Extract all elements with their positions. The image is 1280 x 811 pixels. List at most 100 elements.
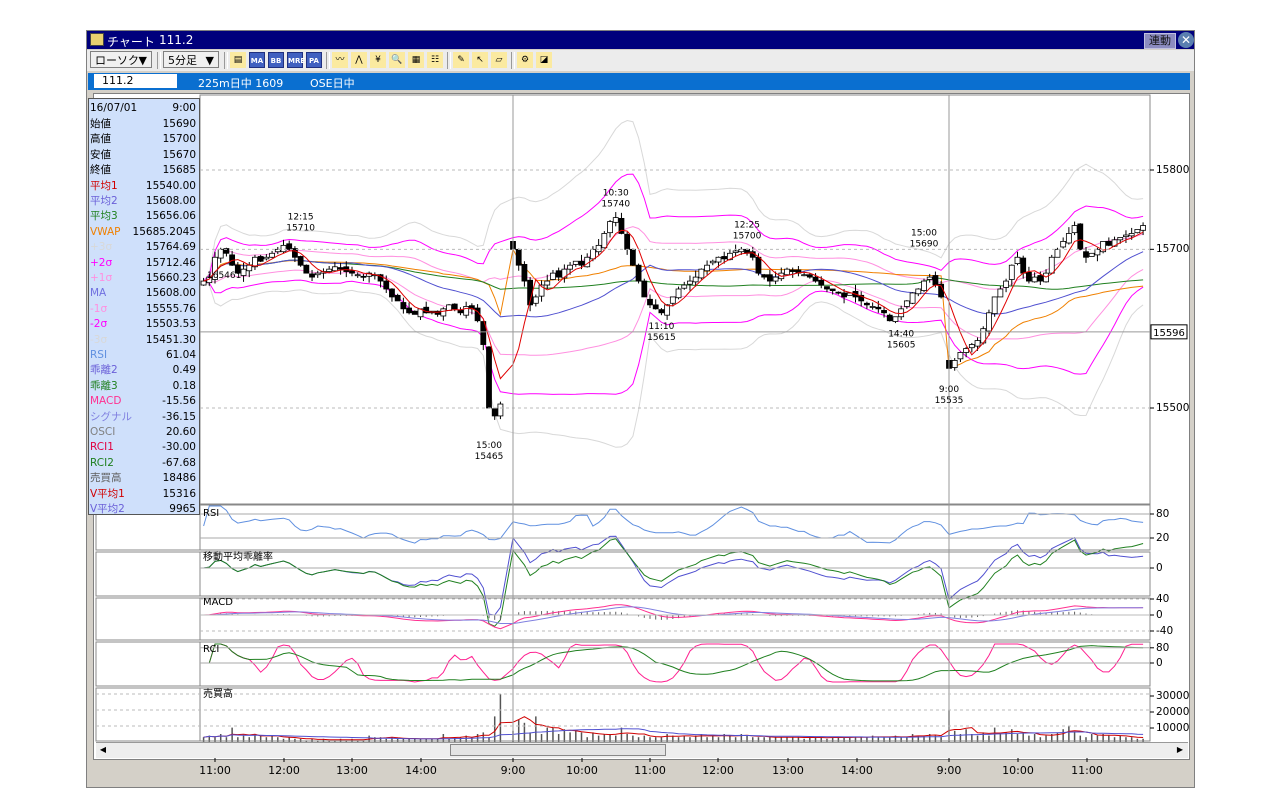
candle [1003,280,1009,288]
candle [789,269,796,272]
data-value: 0.49 [172,364,196,377]
annotation-price: 15700 [733,231,762,241]
data-label: +1σ [90,272,113,284]
candle [997,288,1004,298]
data-row: V平均2 9965 [90,502,198,517]
price-tick-label: 15700 [1156,243,1190,256]
candle [755,256,762,274]
candle [1060,240,1067,248]
candle [1077,223,1084,250]
data-value: -36.15 [162,410,196,423]
data-row: シグナル -36.15 [90,410,198,425]
candle [669,296,676,304]
scroll-right-icon[interactable]: ▶ [1174,744,1186,756]
data-label: V平均1 [90,487,125,500]
data-value: 15764.69 [145,241,196,254]
candle [263,256,270,260]
data-value: -67.68 [162,456,196,469]
time-tick-label: 10:00 [566,764,598,777]
data-row: 高値 15700 [90,132,198,147]
data-row: 乖離3 0.18 [90,379,198,394]
candle [784,268,790,276]
data-label: RCI1 [90,441,114,454]
data-label: 乖離3 [90,379,118,392]
candle [595,244,602,253]
scrollbar-thumb[interactable] [450,744,666,756]
candle [1008,264,1015,280]
data-value: -30.00 [162,441,196,454]
candle [515,248,522,266]
macd-tick-label: -40 [1156,625,1174,637]
annotation-time: 15:00 [476,441,502,451]
candle [1123,234,1129,238]
data-row: V平均1 15316 [90,487,198,502]
macd-panel-frame [95,597,1151,641]
data-value: 15700 [162,133,196,146]
candle [1020,257,1027,274]
candle [721,256,728,260]
candle [761,274,768,278]
data-label: シグナル [90,410,132,423]
candle [331,266,338,272]
band-3sigma-upper-line [203,119,1144,282]
candle [709,260,716,264]
ma3-line [203,259,1144,290]
candle [1105,240,1112,246]
candle [801,274,808,277]
data-label: OSCI [90,426,116,438]
candle [1134,229,1141,234]
data-label: RCI2 [90,456,114,469]
ma1-line [203,229,1144,380]
candle [349,270,355,274]
annotation-price: 15615 [647,333,676,343]
candle [903,300,910,307]
candle [968,344,975,349]
data-label: +3σ [90,241,113,254]
candle [829,288,836,291]
candle [590,248,596,260]
data-value: 15555.76 [145,302,196,315]
candle [624,233,631,250]
data-row: VWAP 15685.2045 [90,225,198,240]
candle [389,288,395,298]
annotation-time: 9:00 [939,385,959,395]
candle [692,276,699,283]
rsi-tick-label: 20 [1156,532,1170,544]
data-time: 9:00 [172,102,196,114]
candle [875,306,882,310]
data-row: 平均3 15656.06 [90,209,198,224]
time-tick-label: 12:00 [268,764,300,777]
candle [217,248,224,259]
candle [269,252,275,258]
volume-ma1-line [203,716,1144,741]
candle [440,308,447,317]
data-label: -1σ [90,302,108,315]
candle [932,275,939,286]
price-tick-label: 15500 [1156,402,1190,414]
data-label: -3σ [90,333,108,346]
data-label: VWAP [90,225,121,238]
candle [200,280,207,286]
data-row: MA 15608.00 [90,286,198,301]
data-row: 平均2 15608.00 [90,194,198,209]
data-row: 乖離2 0.49 [90,363,198,378]
candle [824,286,830,290]
candle [892,316,899,322]
data-row: +3σ 15764.69 [90,240,198,255]
volume-tick-label: 10000 [1156,722,1190,734]
annotation-time: 15:00 [911,228,937,238]
scroll-left-icon[interactable]: ◀ [97,744,109,756]
candle [974,340,981,347]
candle [681,284,688,289]
rsi-panel-title: RSI [203,508,219,519]
data-row: +1σ 15660.23 [90,271,198,286]
current-price-label: 15596 [1153,328,1185,339]
candle [986,312,992,332]
horizontal-scrollbar[interactable]: ◀ ▶ [96,742,1188,758]
candle [652,304,659,310]
candle [309,273,315,278]
data-label: -2σ [90,318,108,331]
data-label: 終値 [90,164,111,177]
data-row: -1σ 15555.76 [90,302,198,317]
time-tick-label: 12:00 [702,764,734,777]
